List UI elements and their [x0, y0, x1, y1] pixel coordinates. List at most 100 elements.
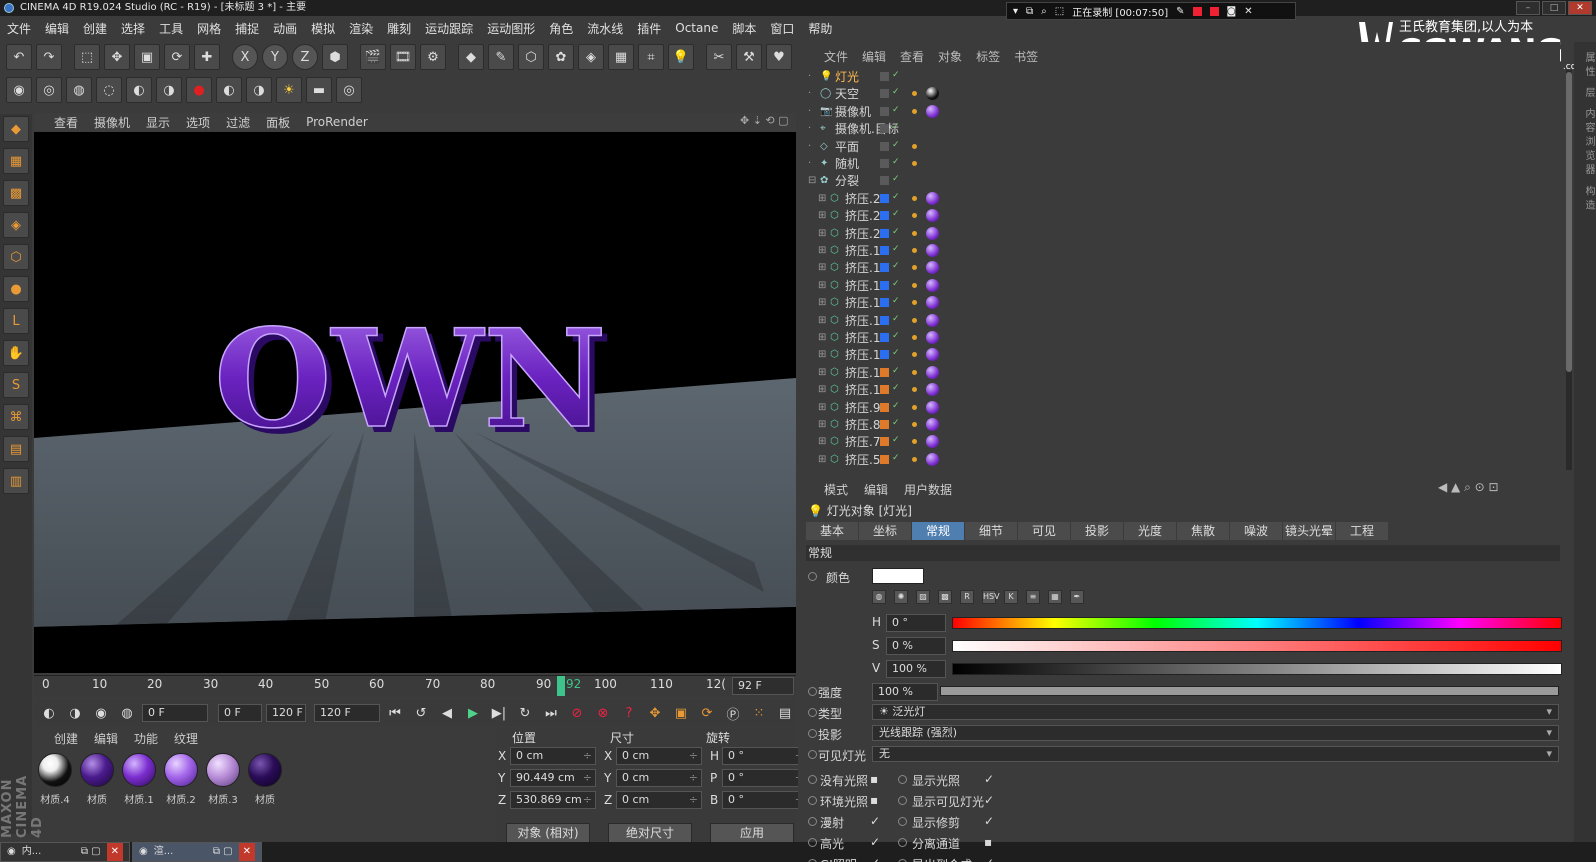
material-tag-icon[interactable]	[926, 261, 939, 275]
step-forward-icon[interactable]: ▶|	[488, 702, 510, 724]
object-row[interactable]: ⊞ ⬡ 挤压.10 ✓	[808, 381, 1568, 398]
menu-item[interactable]: 模拟	[304, 20, 342, 37]
timeline-playhead[interactable]	[557, 676, 565, 696]
layer-color-swatch[interactable]	[880, 420, 889, 429]
menu-item[interactable]: 编辑	[38, 20, 76, 37]
expand-icon[interactable]: ·	[808, 106, 820, 117]
pause-icon[interactable]	[1192, 6, 1202, 16]
check-radio[interactable]	[808, 817, 817, 826]
tab-6[interactable]: 光度	[1124, 522, 1176, 540]
checkbox[interactable]: ✓	[984, 793, 994, 807]
checkbox[interactable]: ✓	[984, 814, 994, 828]
layer-color-swatch[interactable]	[880, 176, 889, 186]
side-dock-tabs[interactable]: 属性 层 内容浏览器 构造	[1574, 42, 1596, 842]
visibility-check-icon[interactable]: ✓	[892, 105, 900, 115]
object-row[interactable]: ⊞ ⬡ 挤压.12 ✓	[808, 364, 1568, 381]
object-name[interactable]: 挤压.7	[845, 433, 880, 450]
tab-8[interactable]: 噪波	[1230, 522, 1282, 540]
visible-light-radio[interactable]	[808, 750, 817, 759]
tag-dot-icon[interactable]	[912, 317, 917, 323]
layer-color-swatch[interactable]	[880, 141, 889, 151]
timeline-window-icon[interactable]: ▤	[774, 702, 796, 724]
light-type-dropdown[interactable]: ☀ 泛光灯	[872, 704, 1559, 720]
viewport-nav-icons[interactable]: ✥ ⇣ ⟲ ▢	[740, 114, 789, 127]
object-name[interactable]: 灯光	[835, 68, 859, 85]
expand-icon[interactable]: ·	[808, 141, 820, 152]
object-row[interactable]: ⊞ ⬡ 挤压.8 ✓	[808, 416, 1568, 433]
material-tag-icon[interactable]	[926, 331, 939, 344]
material-thumbnail[interactable]: 材质.2	[162, 753, 200, 813]
viewport-menu-item[interactable]: 显示	[146, 114, 170, 131]
pos-field[interactable]: 90.449 cm	[510, 769, 596, 787]
menu-item[interactable]: 创建	[76, 20, 114, 37]
tab-5[interactable]: 投影	[1071, 522, 1123, 540]
expand-icon[interactable]: ·	[808, 158, 820, 169]
object-menu-item[interactable]: 书签	[1014, 48, 1038, 66]
object-row[interactable]: ⊞ ⬡ 挤压.5 ✓	[808, 451, 1568, 468]
viewport-menu-item[interactable]: 选项	[186, 114, 210, 131]
apply-button[interactable]: 应用	[710, 823, 794, 843]
octane-1-icon[interactable]: ◉	[6, 77, 32, 103]
rot-field[interactable]: 0 °	[722, 769, 808, 787]
check-radio[interactable]	[808, 796, 817, 805]
cube-icon[interactable]: ◆	[458, 44, 484, 70]
layer-color-swatch[interactable]	[880, 315, 889, 325]
menu-item[interactable]: 渲染	[342, 20, 380, 37]
checkbox[interactable]: ✓	[870, 814, 880, 828]
object-row[interactable]: ⊞ ⬡ 挤压.14 ✓	[808, 329, 1568, 346]
layer-color-swatch[interactable]	[880, 280, 889, 290]
menu-item[interactable]: 流水线	[580, 20, 630, 37]
object-row[interactable]: ⊞ ⬡ 挤压.19 ✓	[808, 242, 1568, 259]
menu-item[interactable]: 运动图形	[480, 20, 542, 37]
viewport-menu-item[interactable]: 面板	[266, 114, 290, 131]
tag-dot-icon[interactable]	[912, 335, 917, 340]
taskbar-close-icon[interactable]: ✕	[106, 843, 123, 861]
goto-start-icon[interactable]: ⏮	[384, 702, 406, 724]
key-move-icon[interactable]: ✥	[644, 702, 666, 724]
check-radio[interactable]	[898, 796, 907, 805]
layer-color-swatch[interactable]	[880, 193, 889, 203]
knife-icon[interactable]: ✂	[706, 44, 732, 70]
visibility-check-icon[interactable]: ✓	[892, 192, 900, 202]
checkbox[interactable]: ✓	[870, 856, 880, 862]
check-radio[interactable]	[808, 775, 817, 784]
current-frame-field[interactable]: 92 F	[732, 677, 794, 695]
visibility-check-icon[interactable]: ✓	[892, 261, 900, 271]
object-row[interactable]: ⊞ ⬡ 挤压.13 ✓	[808, 346, 1568, 363]
check-radio[interactable]	[808, 838, 817, 847]
layer-color-swatch[interactable]	[880, 402, 889, 412]
solo-3-icon[interactable]: ◉	[90, 702, 112, 724]
prev-key-icon[interactable]: ↺	[410, 702, 432, 724]
layer-color-swatch[interactable]	[880, 350, 889, 360]
checkbox[interactable]: ✓	[870, 835, 880, 849]
visibility-check-icon[interactable]: ✓	[892, 227, 900, 237]
intensity-radio[interactable]	[808, 687, 817, 696]
picture-icon[interactable]: ▨	[916, 590, 930, 604]
octane-2-icon[interactable]: ◎	[36, 77, 62, 103]
material-thumbnail[interactable]: 材质.4	[36, 753, 74, 813]
solo-1-icon[interactable]: ◐	[38, 702, 60, 724]
shadow-radio[interactable]	[808, 729, 817, 738]
object-name[interactable]: 随机	[835, 155, 859, 172]
saturation-slider[interactable]	[952, 640, 1562, 652]
visibility-check-icon[interactable]: ✓	[892, 209, 900, 219]
expand-icon[interactable]: ·	[808, 123, 820, 134]
camera-snapshot-icon[interactable]: ◙	[1227, 6, 1237, 17]
object-menu-item[interactable]: 文件	[824, 48, 848, 66]
hue-field[interactable]: 0 °	[886, 614, 946, 632]
scale-icon[interactable]: ▣	[134, 44, 160, 70]
y-axis-icon[interactable]: Y	[262, 44, 288, 70]
check-radio[interactable]	[898, 817, 907, 826]
expand-icon[interactable]: ⊞	[818, 228, 830, 239]
checkbox[interactable]: ▪	[984, 835, 992, 849]
tag-dot-icon[interactable]	[912, 422, 917, 427]
floor-icon[interactable]: ▦	[608, 44, 634, 70]
checkbox[interactable]: ✓	[984, 856, 994, 862]
tab-10[interactable]: 工程	[1336, 522, 1388, 540]
material-tag-icon[interactable]	[926, 418, 939, 431]
object-name[interactable]: 挤压.8	[845, 416, 880, 433]
rect-light-icon[interactable]: ▬	[306, 77, 332, 103]
expand-icon[interactable]: ⊞	[818, 315, 830, 326]
attribute-menu-item[interactable]: 用户数据	[904, 481, 952, 499]
close-recorder-icon[interactable]: ✕	[1244, 6, 1252, 17]
